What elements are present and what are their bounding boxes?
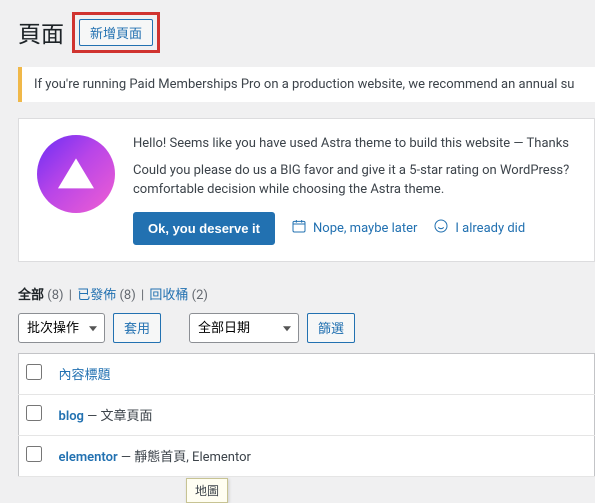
row-suffix: — 文章頁面	[84, 409, 153, 424]
table-row: blog — 文章頁面	[19, 394, 595, 435]
filter-all[interactable]: 全部	[18, 288, 44, 303]
astra-rating-panel: Hello! Seems like you have used Astra th…	[18, 118, 595, 262]
ok-deserve-button[interactable]: Ok, you deserve it	[133, 212, 275, 245]
row-checkbox[interactable]	[26, 446, 42, 462]
add-new-highlight: 新增頁面	[72, 12, 160, 53]
row-title-link[interactable]: blog	[59, 409, 84, 424]
select-all-checkbox[interactable]	[26, 364, 42, 380]
table-row: elementor — 靜態首頁, Elementor	[19, 435, 595, 476]
nope-later-link[interactable]: Nope, maybe later	[291, 218, 417, 238]
page-title: 頁面	[18, 15, 64, 49]
filter-published[interactable]: 已發佈	[77, 288, 116, 303]
filter-trash[interactable]: 回收桶	[149, 288, 188, 303]
row-title-link[interactable]: elementor	[59, 450, 118, 465]
pages-table: 內容標題 blog — 文章頁面 elementor — 靜態首頁, Eleme…	[18, 353, 595, 477]
pmp-notice: If you're running Paid Memberships Pro o…	[18, 67, 595, 102]
filter-button[interactable]: 篩選	[307, 313, 355, 343]
row-suffix: — 靜態首頁, Elementor	[118, 450, 251, 465]
col-title-header[interactable]: 內容標題	[59, 368, 111, 383]
add-new-page-button[interactable]: 新增頁面	[79, 19, 153, 46]
apply-button[interactable]: 套用	[113, 313, 161, 343]
smile-icon	[433, 218, 449, 238]
tooltip: 地圖	[186, 478, 228, 503]
astra-ask: Could you please do us a BIG favor and g…	[133, 162, 576, 200]
bulk-action-select[interactable]: 批次操作	[18, 313, 105, 343]
astra-greeting: Hello! Seems like you have used Astra th…	[133, 135, 576, 154]
status-filter-links: 全部 (8) | 已發佈 (8) | 回收桶 (2)	[18, 284, 595, 303]
notice-text: If you're running Paid Memberships Pro o…	[34, 77, 574, 92]
row-checkbox[interactable]	[26, 405, 42, 421]
calendar-icon	[291, 218, 307, 238]
date-filter-select[interactable]: 全部日期	[189, 313, 299, 343]
already-did-link[interactable]: I already did	[433, 218, 525, 238]
astra-logo-icon	[37, 135, 115, 213]
